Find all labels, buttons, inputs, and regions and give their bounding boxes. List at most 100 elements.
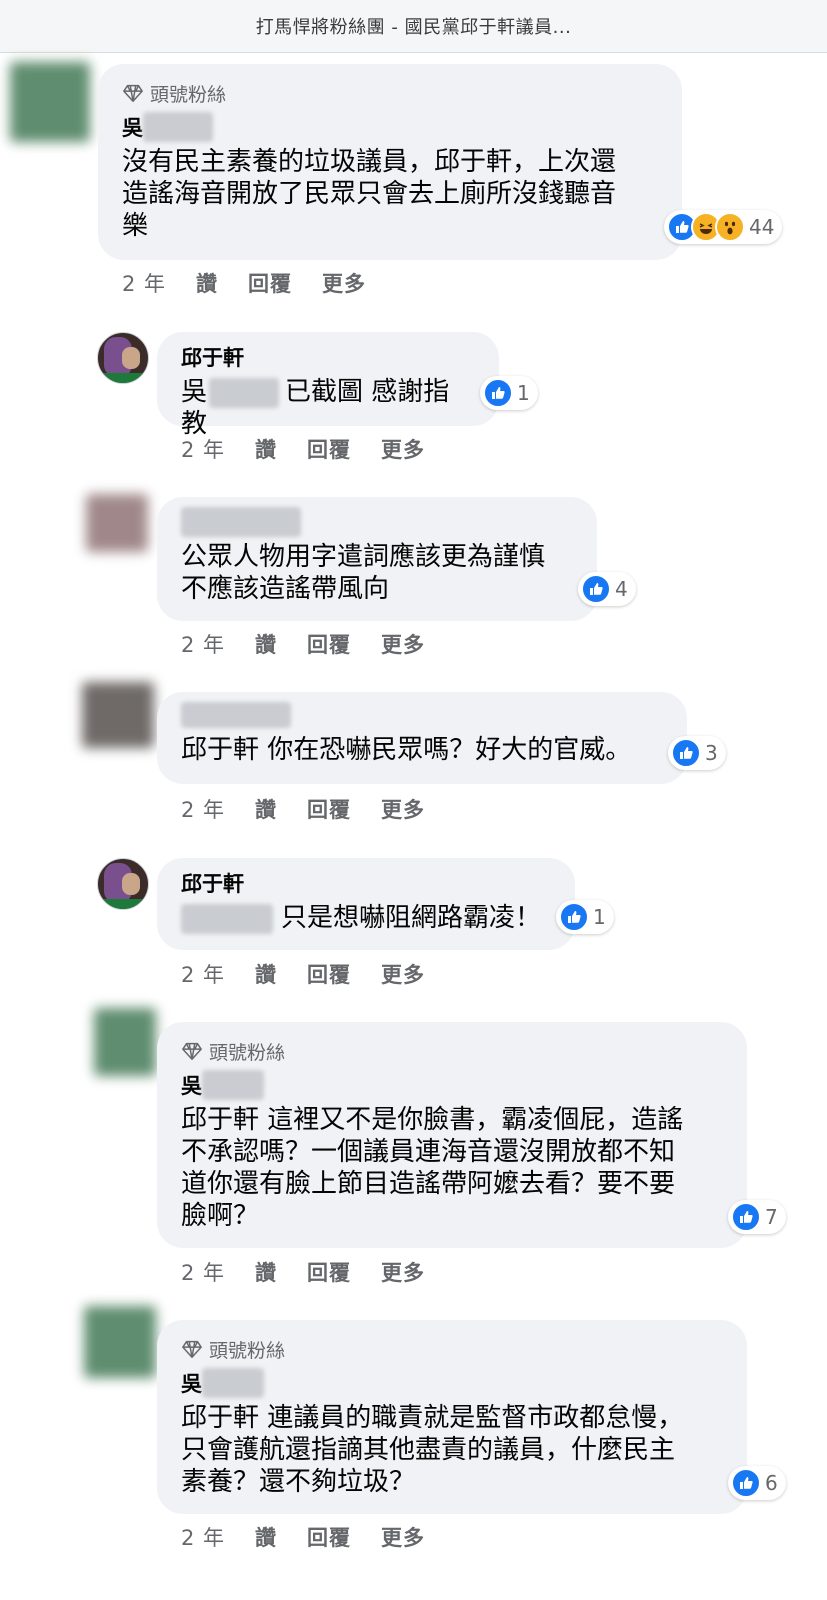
reaction-count: 3 [705, 741, 718, 765]
like-button[interactable]: 讚 [196, 268, 218, 298]
like-icon [559, 902, 589, 932]
top-fan-badge[interactable]: 頭號粉絲 [181, 1336, 723, 1362]
badge-label: 頭號粉絲 [209, 1041, 286, 1064]
page-title-bar: 打馬悍將粉絲團 - 國民黨邱于軒議員... [0, 0, 827, 53]
comment-author[interactable] [181, 700, 663, 730]
reply-button[interactable]: 回覆 [307, 629, 351, 659]
comment-text: 只是想嚇阻網路霸凌！ [181, 902, 551, 934]
page-title: 打馬悍將粉絲團 - 國民黨邱于軒議員... [255, 17, 572, 38]
avatar[interactable] [84, 1306, 156, 1378]
badge-label: 頭號粉絲 [209, 1339, 286, 1362]
reactions-summary[interactable]: 1 [480, 376, 538, 410]
reactions-summary[interactable]: 3 [668, 736, 726, 770]
redacted-name [181, 507, 301, 537]
reaction-count: 7 [765, 1205, 778, 1229]
avatar[interactable] [86, 494, 148, 552]
comment-actions: 2 年 讚 回覆 更多 [181, 629, 425, 659]
more-button[interactable]: 更多 [381, 434, 425, 464]
like-button[interactable]: 讚 [255, 629, 277, 659]
comment-actions: 2 年 讚 回覆 更多 [181, 1257, 425, 1287]
like-button[interactable]: 讚 [255, 959, 277, 989]
redacted-name [202, 1368, 264, 1398]
more-button[interactable]: 更多 [381, 794, 425, 824]
more-button[interactable]: 更多 [381, 1522, 425, 1552]
comment-actions: 2 年 讚 回覆 更多 [181, 434, 425, 464]
avatar[interactable] [97, 858, 149, 910]
avatar[interactable] [94, 1008, 156, 1076]
comment-text: 吳已截圖 感謝指教 [181, 377, 450, 439]
reaction-count: 1 [593, 905, 606, 929]
top-fan-badge[interactable]: 頭號粉絲 [181, 1038, 723, 1064]
comment-text: 邱于軒 連議員的職責就是監督市政都怠慢， 只會護航還指謫其他盡責的議員，什麼民主… [181, 1403, 684, 1497]
comment-text: 公眾人物用字遣詞應該更為謹慎 不應該造謠帶風向 [181, 542, 546, 604]
top-fan-badge[interactable]: 頭號粉絲 [122, 80, 658, 106]
like-icon [731, 1468, 761, 1498]
timestamp[interactable]: 2 年 [181, 629, 225, 659]
comment-author[interactable]: 吳 [122, 112, 658, 142]
comment-text: 沒有民主素養的垃圾議員，邱于軒，上次還 造謠海音開放了民眾只會去上廁所沒錢聽音 … [122, 147, 617, 241]
timestamp[interactable]: 2 年 [181, 1522, 225, 1552]
comment-author[interactable]: 邱于軒 [181, 868, 551, 898]
timestamp[interactable]: 2 年 [181, 959, 225, 989]
comment-text: 邱于軒 這裡又不是你臉書，霸凌個屁，造謠 不承認嗎？一個議員連海音還沒開放都不知… [181, 1105, 684, 1231]
comment-author[interactable]: 邱于軒 [181, 342, 475, 372]
comment-bubble: 頭號粉絲 吳 邱于軒 這裡又不是你臉書，霸凌個屁，造謠 不承認嗎？一個議員連海音… [157, 1022, 747, 1248]
reaction-count: 6 [765, 1471, 778, 1495]
more-button[interactable]: 更多 [381, 959, 425, 989]
like-button[interactable]: 讚 [255, 1257, 277, 1287]
redacted-name [181, 702, 291, 728]
reaction-count: 4 [615, 577, 628, 601]
like-button[interactable]: 讚 [255, 434, 277, 464]
like-icon [731, 1202, 761, 1232]
reply-button[interactable]: 回覆 [307, 1257, 351, 1287]
timestamp[interactable]: 2 年 [181, 434, 225, 464]
reactions-summary[interactable]: 6 [728, 1466, 786, 1500]
comment-bubble: 頭號粉絲 吳 沒有民主素養的垃圾議員，邱于軒，上次還 造謠海音開放了民眾只會去上… [98, 64, 682, 260]
reactions-summary[interactable]: 44 [664, 210, 783, 244]
timestamp[interactable]: 2 年 [181, 794, 225, 824]
more-button[interactable]: 更多 [381, 629, 425, 659]
comment-actions: 2 年 讚 回覆 更多 [122, 268, 366, 298]
reactions-summary[interactable]: 7 [728, 1200, 786, 1234]
timestamp[interactable]: 2 年 [122, 268, 166, 298]
avatar[interactable] [10, 62, 90, 142]
avatar[interactable] [82, 682, 154, 748]
redacted-name [209, 377, 280, 408]
more-button[interactable]: 更多 [322, 268, 366, 298]
reply-button[interactable]: 回覆 [307, 959, 351, 989]
timestamp[interactable]: 2 年 [181, 1257, 225, 1287]
like-button[interactable]: 讚 [255, 794, 277, 824]
comment-actions: 2 年 讚 回覆 更多 [181, 1522, 425, 1552]
reactions-summary[interactable]: 4 [578, 572, 636, 606]
reply-button[interactable]: 回覆 [248, 268, 292, 298]
comment-text: 邱于軒 你在恐嚇民眾嗎？好大的官威。 [181, 735, 632, 765]
like-icon [581, 574, 611, 604]
redacted-name [181, 903, 273, 934]
avatar[interactable] [97, 332, 149, 384]
comment-author[interactable]: 吳 [181, 1070, 723, 1100]
like-icon [483, 378, 513, 408]
comment-author[interactable]: 吳 [181, 1368, 723, 1398]
like-icon [671, 738, 701, 768]
wow-icon [715, 212, 745, 242]
reply-button[interactable]: 回覆 [307, 434, 351, 464]
comment-actions: 2 年 讚 回覆 更多 [181, 959, 425, 989]
comment-bubble: 頭號粉絲 吳 邱于軒 連議員的職責就是監督市政都怠慢， 只會護航還指謫其他盡責的… [157, 1320, 747, 1514]
diamond-icon [123, 84, 143, 102]
comment-bubble: 邱于軒 吳已截圖 感謝指教 [157, 332, 499, 439]
comment-author[interactable] [181, 507, 573, 537]
comment-bubble: 邱于軒 你在恐嚇民眾嗎？好大的官威。 [157, 692, 687, 784]
redacted-name [202, 1070, 264, 1100]
reactions-summary[interactable]: 1 [556, 900, 614, 934]
reaction-count: 44 [749, 215, 775, 239]
comment-actions: 2 年 讚 回覆 更多 [181, 794, 425, 824]
comment-bubble: 邱于軒 只是想嚇阻網路霸凌！ [157, 858, 575, 950]
reply-button[interactable]: 回覆 [307, 1522, 351, 1552]
diamond-icon [182, 1340, 202, 1358]
reaction-count: 1 [517, 381, 530, 405]
like-button[interactable]: 讚 [255, 1522, 277, 1552]
redacted-name [143, 112, 213, 142]
more-button[interactable]: 更多 [381, 1257, 425, 1287]
diamond-icon [182, 1042, 202, 1060]
reply-button[interactable]: 回覆 [307, 794, 351, 824]
